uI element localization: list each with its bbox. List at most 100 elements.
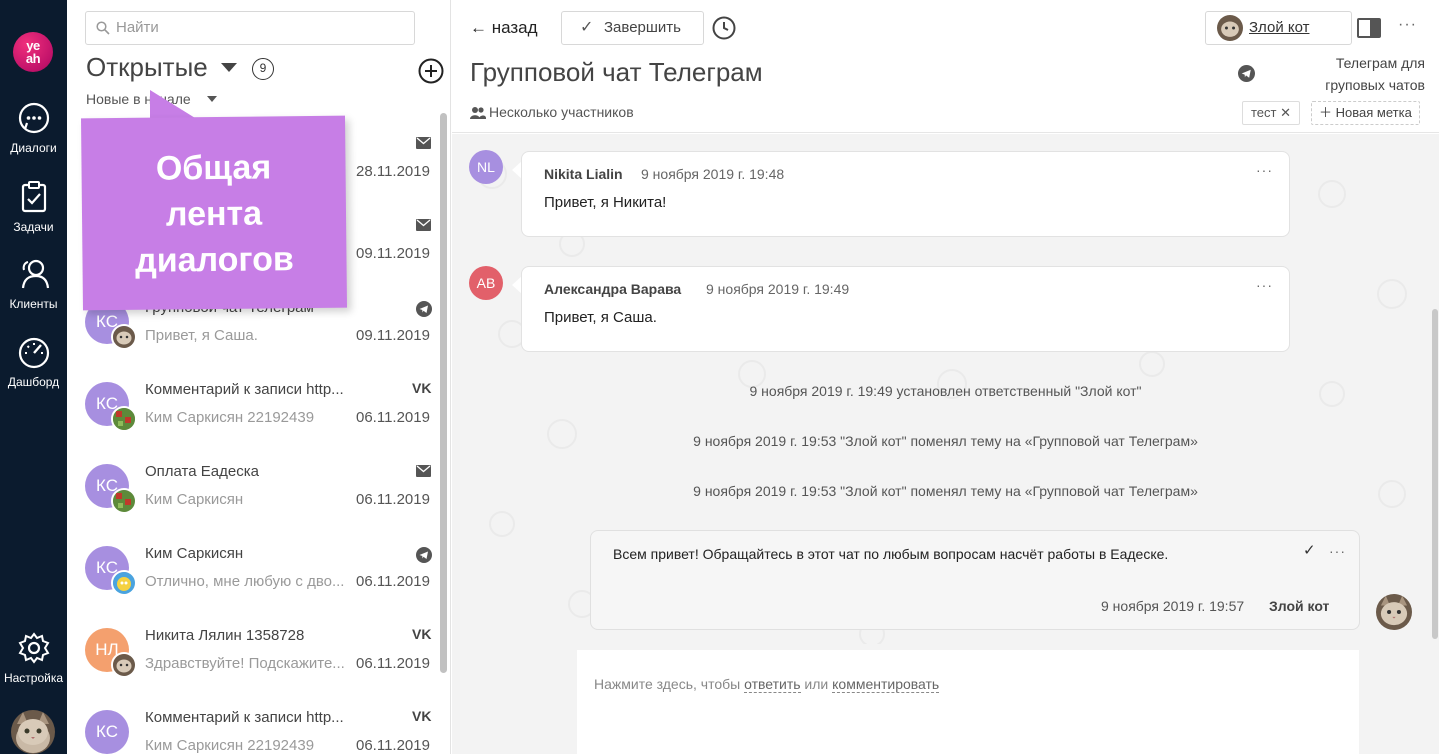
- conv-preview: Ким Саркисян 22192439: [145, 409, 315, 426]
- conv-title: Никита Лялин 1358728: [145, 627, 305, 644]
- conv-preview: Здравствуйте! Подскажите...: [145, 655, 345, 672]
- conv-title: Ким Саркисян: [145, 545, 244, 562]
- message-text: Привет, я Саша.: [544, 309, 657, 326]
- user-avatar[interactable]: [11, 710, 55, 754]
- mail-icon: [416, 219, 431, 231]
- conv-date: 09.11.2019: [356, 327, 430, 344]
- cartoon-avatar-icon: [111, 570, 137, 596]
- speedometer-icon: [18, 337, 49, 369]
- composer-area: Нажмите здесь, чтобы ответить или коммен…: [452, 644, 1439, 754]
- list-item[interactable]: НЛ Никита Лялин 1358728 Здравствуйте! По…: [67, 604, 440, 686]
- chat-scrollbar[interactable]: [1432, 309, 1438, 639]
- list-item[interactable]: КС Комментарий к записи http... Ким Сарк…: [67, 686, 440, 754]
- comment-link[interactable]: комментировать: [832, 676, 940, 693]
- gear-icon: [18, 632, 49, 664]
- conv-preview: Отлично, мне любую с дво...: [145, 573, 345, 590]
- more-options-icon[interactable]: ···: [1398, 16, 1417, 34]
- message-area: NL Nikita Lialin 9 ноября 2019 г. 19:48 …: [452, 134, 1439, 644]
- dialog-list-panel: Найти Открытые 9 Новые в начале 28.11.20…: [67, 0, 451, 754]
- close-icon[interactable]: ✕: [1280, 105, 1291, 120]
- read-check-icon: ✓: [1303, 542, 1316, 559]
- filter-dropdown[interactable]: Открытые: [86, 52, 208, 83]
- nav-item-dialogs[interactable]: Диалоги: [0, 101, 67, 155]
- message-bubble: Александра Варава 9 ноября 2019 г. 19:49…: [521, 266, 1290, 352]
- mosaic-avatar-icon: [111, 406, 137, 432]
- annotation-callout: Общая лента диалогов: [81, 115, 347, 311]
- chat-title: Групповой чат Телеграм: [470, 57, 763, 87]
- chevron-down-icon[interactable]: [221, 63, 237, 72]
- assignee-dropdown[interactable]: Злой кот: [1205, 11, 1352, 45]
- composer-hint: Нажмите здесь, чтобы ответить или коммен…: [594, 676, 940, 693]
- conv-preview: Ким Саркисян: [145, 491, 244, 508]
- message-text: Привет, я Никита!: [544, 194, 667, 211]
- cat-avatar-icon: [1217, 15, 1243, 41]
- avatar: КС: [85, 710, 129, 754]
- cat-avatar-icon: [1376, 594, 1412, 630]
- tag-chip[interactable]: тест ✕: [1242, 101, 1301, 125]
- users-icon: [470, 107, 486, 119]
- tag-label: тест: [1251, 105, 1277, 120]
- search-placeholder: Найти: [116, 19, 159, 36]
- logo-text: ye ah: [25, 38, 41, 66]
- sort-chevron-icon[interactable]: [207, 96, 217, 102]
- assignee-name: Злой кот: [1249, 19, 1310, 36]
- system-event: 9 ноября 2019 г. 19:53 "Злой кот" поменя…: [693, 433, 1198, 449]
- yeah-logo[interactable]: ye ah: [13, 32, 53, 72]
- conv-title: Оплата Еадеска: [145, 463, 259, 480]
- message-author: Александра Варава: [544, 281, 682, 297]
- more-options-icon[interactable]: ···: [1329, 543, 1346, 559]
- conv-date: 28.11.2019: [356, 163, 430, 180]
- reply-link[interactable]: ответить: [744, 676, 801, 693]
- participants-text: Несколько участников: [489, 104, 634, 120]
- telegram-icon: [416, 547, 432, 563]
- outgoing-message: Всем привет! Обращайтесь в этот чат по л…: [590, 530, 1360, 630]
- users-icon: [21, 259, 49, 289]
- more-options-icon[interactable]: ···: [1256, 277, 1273, 293]
- back-button[interactable]: ← назад: [470, 18, 538, 38]
- message-bubble: Nikita Lialin 9 ноября 2019 г. 19:48 ···…: [521, 151, 1290, 237]
- conv-preview: Привет, я Саша.: [145, 327, 258, 344]
- chat-header: ← назад ✓ Завершить Групповой чат Телегр…: [452, 0, 1439, 133]
- mosaic-avatar-icon: [111, 488, 137, 514]
- nav-rail: ye ah Диалоги Задачи Клиенты Дашборд Нас…: [0, 0, 67, 754]
- conv-date: 09.11.2019: [356, 245, 430, 262]
- vk-icon: VK: [412, 708, 432, 724]
- list-item[interactable]: КС Оплата Еадеска Ким Саркисян 06.11.201…: [67, 440, 440, 522]
- conv-date: 06.11.2019: [356, 573, 430, 590]
- new-tag-button[interactable]: ＋ Новая метка: [1311, 101, 1420, 125]
- list-scrollbar[interactable]: [440, 113, 447, 673]
- clock-icon[interactable]: [712, 16, 736, 40]
- add-circle-icon[interactable]: [418, 58, 444, 84]
- nav-item-settings[interactable]: Настройка: [0, 631, 67, 685]
- finish-label: Завершить: [604, 19, 681, 36]
- more-options-icon[interactable]: ···: [1256, 162, 1273, 178]
- conv-date: 06.11.2019: [356, 409, 430, 426]
- nav-item-clients[interactable]: Клиенты: [0, 257, 67, 311]
- hint-prefix: Нажмите здесь, чтобы: [594, 676, 741, 692]
- cat-avatar-icon: [11, 710, 55, 754]
- conv-preview: Ким Саркисян 22192439: [145, 737, 315, 754]
- chat-panel: ← назад ✓ Завершить Групповой чат Телегр…: [452, 0, 1439, 754]
- reply-composer[interactable]: Нажмите здесь, чтобы ответить или коммен…: [577, 650, 1359, 754]
- message-author: Злой кот: [1269, 598, 1330, 614]
- search-input[interactable]: Найти: [85, 11, 415, 45]
- clipboard-check-icon: [21, 181, 46, 213]
- avatar: NL: [469, 150, 503, 184]
- plus-icon: ＋: [1319, 105, 1333, 120]
- finish-button[interactable]: ✓ Завершить: [561, 11, 704, 45]
- list-item[interactable]: КС Комментарий к записи http... Ким Сарк…: [67, 358, 440, 440]
- nav-label-dashboard: Дашборд: [7, 375, 60, 389]
- telegram-icon: [416, 301, 432, 317]
- nav-item-dashboard[interactable]: Дашборд: [0, 335, 67, 389]
- sidebar-toggle-icon[interactable]: [1357, 18, 1381, 38]
- channel-name: Телеграм для груповых чатов: [1325, 55, 1425, 93]
- hint-or: или: [804, 676, 829, 692]
- cat-avatar-icon: [111, 324, 137, 350]
- list-item[interactable]: КС Ким Саркисян Отлично, мне любую с дво…: [67, 522, 440, 604]
- system-event: 9 ноября 2019 г. 19:49 установлен ответс…: [749, 383, 1142, 399]
- nav-item-tasks[interactable]: Задачи: [0, 180, 67, 234]
- open-count-badge: 9: [252, 58, 274, 80]
- search-icon: [96, 21, 110, 35]
- conv-title: Комментарий к записи http...: [145, 381, 344, 398]
- message-time: 9 ноября 2019 г. 19:48: [641, 166, 785, 182]
